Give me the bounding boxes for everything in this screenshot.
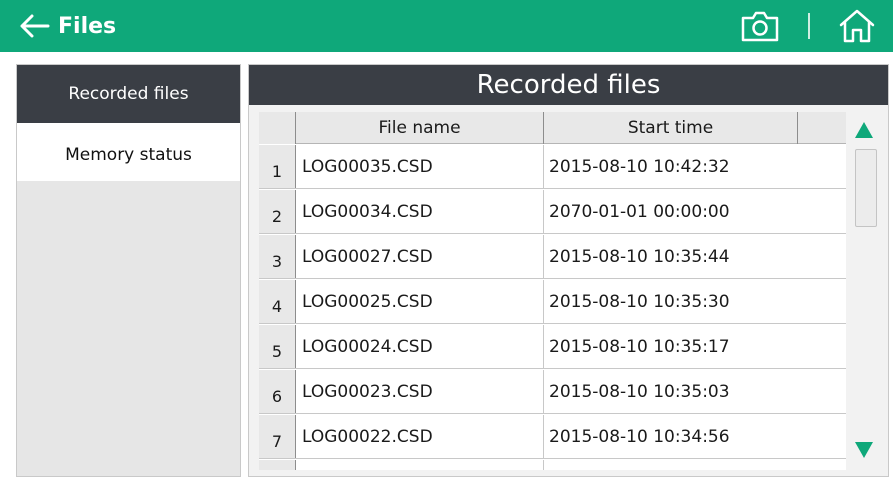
- row-number: 6: [259, 370, 296, 413]
- table-row[interactable]: 3 LOG00027.CSD 2015-08-10 10:35:44: [259, 235, 846, 279]
- start-time-cell: 2015-08-10 10:42:32: [549, 156, 730, 177]
- arrow-left-icon: [20, 14, 50, 38]
- top-bar: Files: [0, 0, 893, 52]
- screenshot-button[interactable]: [740, 9, 780, 43]
- camera-icon: [741, 11, 779, 42]
- header-title: Files: [58, 13, 117, 39]
- row-number: 2: [259, 190, 296, 233]
- sidebar-item-memory-status[interactable]: Memory status: [17, 123, 240, 181]
- page-title: Recorded files: [249, 65, 888, 105]
- scroll-down-button[interactable]: [847, 434, 881, 466]
- table-row[interactable]: 4 LOG00025.CSD 2015-08-10 10:35:30: [259, 280, 846, 324]
- table-row[interactable]: 6 LOG00023.CSD 2015-08-10 10:35:03: [259, 370, 846, 414]
- start-time-cell: 2015-08-10 10:34:56: [549, 426, 730, 447]
- header-divider: [808, 13, 810, 39]
- back-button[interactable]: Files: [20, 8, 116, 44]
- scroll-up-button[interactable]: [847, 114, 881, 146]
- row-number: 4: [259, 280, 296, 323]
- table-row[interactable]: 7 LOG00022.CSD 2015-08-10 10:34:56: [259, 415, 846, 459]
- main-panel: Recorded files File name Start time 1 LO…: [248, 64, 889, 477]
- row-number: 5: [259, 325, 296, 368]
- scrollbar-thumb[interactable]: [855, 149, 877, 227]
- home-icon: [839, 9, 875, 43]
- table-corner-cell: [259, 112, 296, 144]
- file-name-cell: LOG00027.CSD: [296, 235, 544, 278]
- row-number: 1: [259, 145, 296, 188]
- file-name-cell: LOG00023.CSD: [296, 370, 544, 413]
- file-name-cell: LOG00022.CSD: [296, 415, 544, 458]
- start-time-cell: 2070-01-01 00:00:00: [549, 201, 730, 222]
- table-row-partial[interactable]: [259, 460, 846, 470]
- start-time-cell: 2015-08-10 10:35:17: [549, 336, 730, 357]
- table-header: File name Start time: [259, 112, 846, 144]
- row-number: 3: [259, 235, 296, 278]
- start-time-cell: 2015-08-10 10:35:30: [549, 291, 730, 312]
- start-time-cell: [544, 460, 798, 470]
- file-name-cell: [296, 460, 544, 470]
- table-row[interactable]: 5 LOG00024.CSD 2015-08-10 10:35:17: [259, 325, 846, 369]
- triangle-up-icon: [855, 122, 873, 138]
- table-row[interactable]: 2 LOG00034.CSD 2070-01-01 00:00:00: [259, 190, 846, 234]
- file-name-cell: LOG00025.CSD: [296, 280, 544, 323]
- triangle-down-icon: [855, 442, 873, 458]
- sidebar-item-recorded-files[interactable]: Recorded files: [17, 65, 240, 123]
- row-number: [259, 460, 296, 470]
- file-name-cell: LOG00034.CSD: [296, 190, 544, 233]
- table-row[interactable]: 1 LOG00035.CSD 2015-08-10 10:42:32: [259, 145, 846, 189]
- home-button[interactable]: [838, 8, 876, 44]
- row-number: 7: [259, 415, 296, 458]
- sidebar: Recorded files Memory status: [16, 64, 241, 477]
- file-name-cell: LOG00035.CSD: [296, 145, 544, 188]
- files-table: File name Start time 1 LOG00035.CSD 2015…: [259, 112, 846, 470]
- sidebar-item-label: Recorded files: [68, 84, 189, 104]
- column-header-start-time[interactable]: Start time: [544, 112, 798, 144]
- column-header-file-name[interactable]: File name: [296, 112, 544, 144]
- sidebar-item-label: Memory status: [65, 145, 192, 165]
- start-time-cell: 2015-08-10 10:35:03: [549, 381, 730, 402]
- start-time-cell: 2015-08-10 10:35:44: [549, 246, 730, 267]
- file-name-cell: LOG00024.CSD: [296, 325, 544, 368]
